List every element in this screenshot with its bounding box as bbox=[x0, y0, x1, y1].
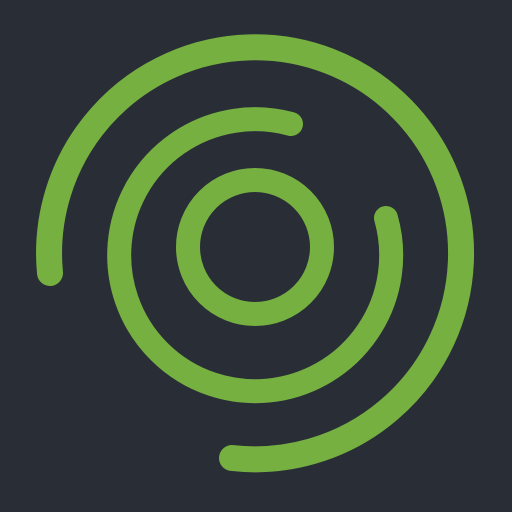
logo-icon bbox=[0, 0, 512, 512]
app-icon-canvas bbox=[0, 0, 512, 512]
logo-background bbox=[0, 0, 512, 512]
